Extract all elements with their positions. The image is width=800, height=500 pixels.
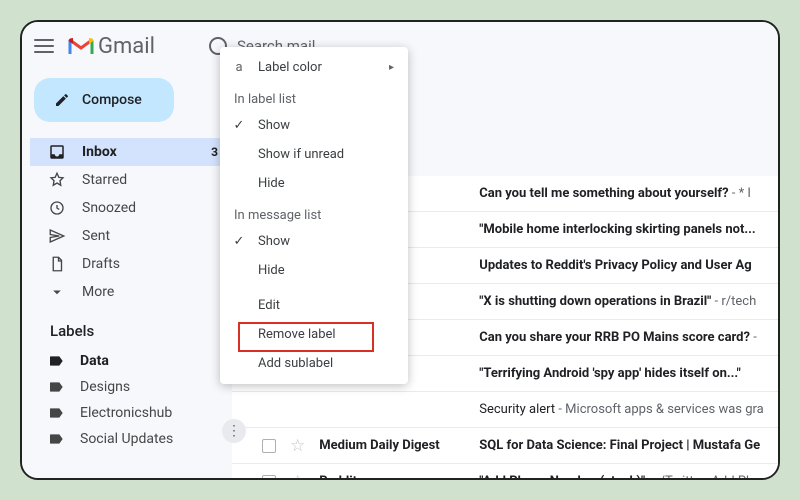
star-icon (48, 171, 66, 189)
compose-label: Compose (82, 92, 142, 108)
menu-option-show-if-unread[interactable]: Show if unread (220, 140, 408, 169)
email-subject: "X is shutting down operations in Brazil… (479, 294, 756, 309)
menu-remove-label[interactable]: Remove label (220, 320, 408, 349)
label-icon (48, 405, 64, 421)
label-social-updates[interactable]: Social Updates (30, 426, 232, 452)
email-row[interactable]: ☆ Medium Daily DigestSQL for Data Science… (232, 428, 778, 464)
email-sender: Medium Daily Digest (319, 438, 479, 453)
label-icon (48, 353, 64, 369)
check-icon: ✓ (232, 234, 246, 249)
label-electronicshub[interactable]: Electronicshub (30, 400, 232, 426)
chevron-right-icon: ▸ (389, 62, 394, 73)
sidebar-item-sent[interactable]: Sent (30, 222, 232, 250)
sidebar: Compose Inbox3StarredSnoozedSentDraftsMo… (22, 70, 232, 478)
email-subject: Can you share your RRB PO Mains score ca… (479, 330, 757, 345)
menu-option-show[interactable]: ✓Show (220, 227, 408, 256)
email-sender: Reddit (319, 474, 479, 478)
email-subject: Can you tell me something about yourself… (479, 186, 751, 201)
compose-button[interactable]: Compose (34, 78, 174, 122)
menu-add-sublabel[interactable]: Add sublabel (220, 349, 408, 378)
menu-edit[interactable]: Edit (220, 291, 408, 320)
clock-icon (48, 199, 66, 217)
sidebar-item-snoozed[interactable]: Snoozed (30, 194, 232, 222)
star-icon[interactable]: ☆ (290, 472, 305, 479)
select-checkbox[interactable] (262, 439, 276, 453)
email-subject: SQL for Data Science: Final Project | Mu… (479, 438, 760, 453)
menu-section-message-list: In message list (220, 198, 408, 227)
more-icon (48, 283, 66, 301)
select-checkbox[interactable] (262, 475, 276, 479)
email-subject: "Add Phone Number (stuck)" - r/Twitter: … (479, 474, 760, 478)
inbox-icon (48, 143, 66, 161)
label-designs[interactable]: Designs (30, 374, 232, 400)
gmail-logo[interactable]: Gmail (68, 34, 155, 59)
label-context-menu: a Label color ▸ In label list ✓ShowShow … (220, 47, 408, 384)
email-subject: "Mobile home interlocking skirting panel… (479, 222, 755, 237)
sidebar-item-inbox[interactable]: Inbox3 (30, 138, 232, 166)
labels-header: Labels (30, 308, 232, 346)
pencil-icon (54, 92, 70, 108)
label-icon (48, 379, 64, 395)
email-subject: Security alert - Microsoft apps & servic… (479, 402, 764, 417)
menu-option-hide[interactable]: Hide (220, 169, 408, 198)
sidebar-item-starred[interactable]: Starred (30, 166, 232, 194)
email-subject: "Terrifying Android 'spy app' hides itse… (479, 366, 741, 381)
email-row[interactable]: ☆ Reddit"Add Phone Number (stuck)" - r/Tw… (232, 464, 778, 478)
email-subject: Updates to Reddit's Privacy Policy and U… (479, 258, 751, 273)
menu-option-show[interactable]: ✓Show (220, 111, 408, 140)
menu-label-color[interactable]: a Label color ▸ (220, 53, 408, 82)
sidebar-item-more[interactable]: More (30, 278, 232, 306)
main-menu-button[interactable] (34, 39, 54, 53)
label-data[interactable]: Data (30, 348, 232, 374)
menu-option-hide[interactable]: Hide (220, 256, 408, 285)
check-icon: ✓ (232, 118, 246, 133)
label-more-button[interactable]: ⋮ (222, 419, 246, 443)
sent-icon (48, 227, 66, 245)
email-row[interactable]: ☆Security alert - Microsoft apps & servi… (232, 392, 778, 428)
label-icon (48, 431, 64, 447)
sidebar-item-drafts[interactable]: Drafts (30, 250, 232, 278)
brand-text: Gmail (98, 34, 155, 59)
star-icon[interactable]: ☆ (290, 436, 305, 456)
menu-section-label-list: In label list (220, 82, 408, 111)
draft-icon (48, 255, 66, 273)
gmail-logo-icon (68, 36, 94, 56)
